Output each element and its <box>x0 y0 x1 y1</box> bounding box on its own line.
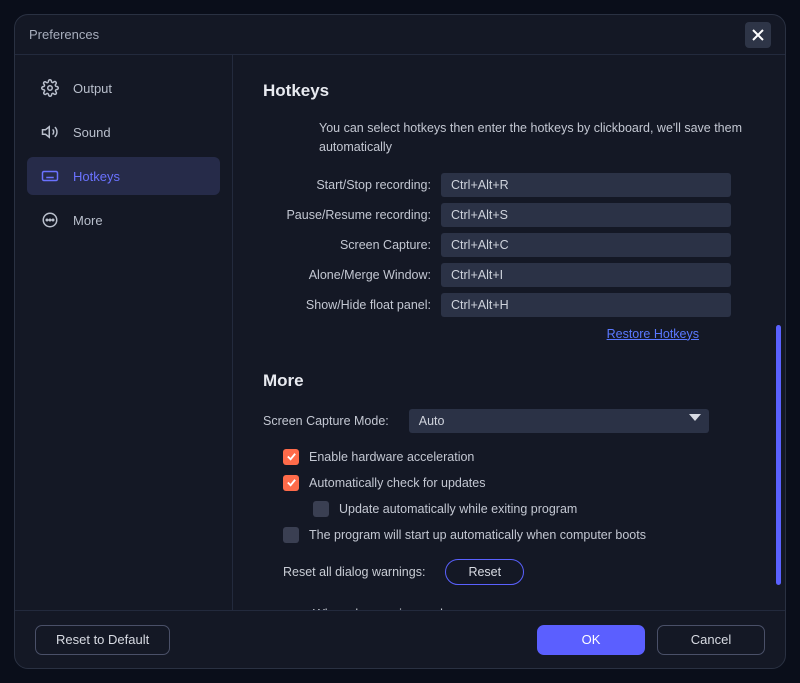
main-panel: Hotkeys You can select hotkeys then ente… <box>233 55 785 610</box>
speaker-icon <box>41 123 59 141</box>
more-icon <box>41 211 59 229</box>
restore-hotkeys-link[interactable]: Restore Hotkeys <box>263 327 699 341</box>
capture-mode-select[interactable]: Auto <box>409 409 709 433</box>
hotkeys-heading: Hotkeys <box>263 81 751 101</box>
hotkey-row: Pause/Resume recording: <box>263 203 751 227</box>
sidebar-item-sound[interactable]: Sound <box>27 113 220 151</box>
hotkey-input-start-stop[interactable] <box>441 173 731 197</box>
reset-warnings-label: Reset all dialog warnings: <box>283 565 425 579</box>
gear-icon <box>41 79 59 97</box>
footer: Reset to Default OK Cancel <box>15 610 785 668</box>
hotkey-row: Show/Hide float panel: <box>263 293 751 317</box>
window-title: Preferences <box>29 27 99 42</box>
scrollbar-thumb[interactable] <box>776 325 781 585</box>
sidebar-item-label: More <box>73 213 103 228</box>
check-row: Enable hardware acceleration <box>283 449 751 465</box>
ok-button[interactable]: OK <box>537 625 645 655</box>
capture-mode-value: Auto <box>419 414 445 428</box>
checkbox-label: The program will start up automatically … <box>309 528 646 542</box>
reset-to-default-button[interactable]: Reset to Default <box>35 625 170 655</box>
sidebar-item-more[interactable]: More <box>27 201 220 239</box>
checkbox-update-on-exit[interactable] <box>313 501 329 517</box>
check-row: Update automatically while exiting progr… <box>313 501 751 517</box>
sidebar-item-label: Sound <box>73 125 111 140</box>
sidebar-item-label: Hotkeys <box>73 169 120 184</box>
hotkey-label: Show/Hide float panel: <box>263 298 431 312</box>
preferences-window: Preferences Output Sound <box>14 14 786 669</box>
hotkey-label: Start/Stop recording: <box>263 178 431 192</box>
titlebar: Preferences <box>15 15 785 55</box>
check-row: The program will start up automatically … <box>283 527 751 543</box>
hotkey-row: Screen Capture: <box>263 233 751 257</box>
check-row: Automatically check for updates <box>283 475 751 491</box>
checkbox-label: Enable hardware acceleration <box>309 450 474 464</box>
hotkey-input-alone-merge[interactable] <box>441 263 731 287</box>
checkbox-hw-accel[interactable] <box>283 449 299 465</box>
hotkey-row: Start/Stop recording: <box>263 173 751 197</box>
close-icon <box>752 29 764 41</box>
capture-mode-label: Screen Capture Mode: <box>263 414 389 428</box>
keyboard-icon <box>41 167 59 185</box>
close-button[interactable] <box>745 22 771 48</box>
checkbox-auto-update[interactable] <box>283 475 299 491</box>
hotkey-row: Alone/Merge Window: <box>263 263 751 287</box>
hotkey-input-screen-capture[interactable] <box>441 233 731 257</box>
more-heading: More <box>263 371 751 391</box>
checkbox-start-on-boot[interactable] <box>283 527 299 543</box>
hotkey-label: Pause/Resume recording: <box>263 208 431 222</box>
checkbox-label: Automatically check for updates <box>309 476 485 490</box>
hotkey-label: Alone/Merge Window: <box>263 268 431 282</box>
checkbox-label: Update automatically while exiting progr… <box>339 502 577 516</box>
chevron-down-icon <box>689 414 701 421</box>
sidebar-item-hotkeys[interactable]: Hotkeys <box>27 157 220 195</box>
hotkey-label: Screen Capture: <box>263 238 431 252</box>
reset-warnings-button[interactable]: Reset <box>445 559 524 585</box>
reset-warnings-row: Reset all dialog warnings: Reset <box>283 559 751 585</box>
sidebar-item-label: Output <box>73 81 112 96</box>
hotkeys-description: You can select hotkeys then enter the ho… <box>319 119 751 157</box>
close-panel-label: When close main panel: <box>313 607 751 611</box>
hotkey-input-float-panel[interactable] <box>441 293 731 317</box>
hotkey-input-pause-resume[interactable] <box>441 203 731 227</box>
sidebar-item-output[interactable]: Output <box>27 69 220 107</box>
sidebar: Output Sound Hotkeys More <box>15 55 233 610</box>
cancel-button[interactable]: Cancel <box>657 625 765 655</box>
scroll-area[interactable]: Hotkeys You can select hotkeys then ente… <box>233 55 775 610</box>
